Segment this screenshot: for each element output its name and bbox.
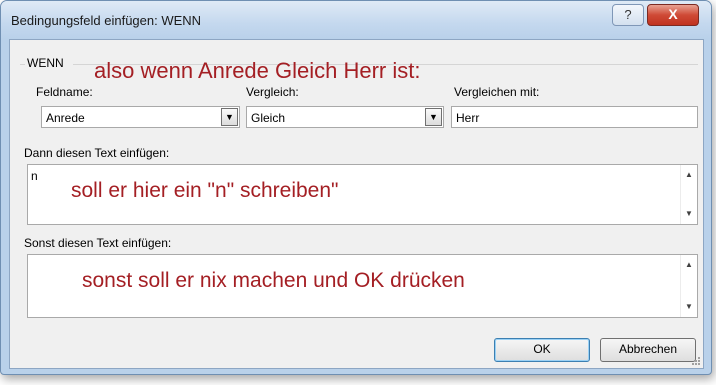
dann-scrollbar[interactable]: ▲ ▼ xyxy=(680,165,697,224)
close-button[interactable]: X xyxy=(647,4,699,26)
vergleich-value: Gleich xyxy=(251,111,286,125)
feldname-dropdown[interactable]: Anrede ▼ xyxy=(41,106,240,128)
annotation-condition: also wenn Anrede Gleich Herr ist: xyxy=(94,58,421,83)
scroll-up-icon[interactable]: ▲ xyxy=(681,257,697,273)
scroll-up-icon[interactable]: ▲ xyxy=(681,167,697,183)
dann-text-value: n xyxy=(31,169,38,183)
vergleichen-mit-value: Herr xyxy=(456,111,480,125)
group-divider xyxy=(20,64,25,65)
resize-grip-icon[interactable] xyxy=(691,356,701,366)
feldname-value: Anrede xyxy=(46,111,85,125)
dialog-content: WENN also wenn Anrede Gleich Herr ist: F… xyxy=(9,39,704,369)
annotation-then: soll er hier ein "n" schreiben" xyxy=(71,179,339,202)
vergleich-dropdown[interactable]: Gleich ▼ xyxy=(246,106,444,128)
cancel-button[interactable]: Abbrechen xyxy=(600,338,696,362)
vergleich-label: Vergleich: xyxy=(246,85,299,99)
scroll-down-icon[interactable]: ▼ xyxy=(681,299,697,315)
help-button[interactable]: ? xyxy=(612,4,644,26)
chevron-down-icon[interactable]: ▼ xyxy=(221,108,238,126)
feldname-label: Feldname: xyxy=(36,85,93,99)
ok-button[interactable]: OK xyxy=(494,338,590,362)
group-label: WENN xyxy=(27,56,64,70)
window-title: Bedingungsfeld einfügen: WENN xyxy=(11,13,202,28)
scroll-down-icon[interactable]: ▼ xyxy=(681,206,697,222)
vergleichen-mit-label: Vergleichen mit: xyxy=(454,85,540,99)
sonst-label: Sonst diesen Text einfügen: xyxy=(24,236,172,250)
dialog-window: Bedingungsfeld einfügen: WENN ? X WENN a… xyxy=(0,0,712,375)
vergleichen-mit-input[interactable]: Herr xyxy=(451,106,698,128)
title-bar[interactable]: Bedingungsfeld einfügen: WENN ? X xyxy=(1,1,711,39)
annotation-else: sonst soll er nix machen und OK drücken xyxy=(82,269,465,292)
chevron-down-icon[interactable]: ▼ xyxy=(425,108,442,126)
dann-label: Dann diesen Text einfügen: xyxy=(24,146,170,160)
sonst-scrollbar[interactable]: ▲ ▼ xyxy=(680,255,697,317)
